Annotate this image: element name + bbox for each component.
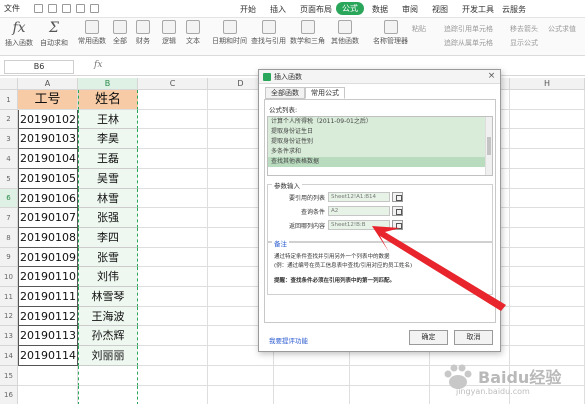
spreadsheet-window: 文件 开始 插入 页面布局 公式 数据 审阅 视图 开发工具 云服务 fx 插入… — [0, 0, 585, 404]
red-arrow-icon — [372, 226, 506, 311]
annotation-arrow-overlay — [372, 226, 506, 311]
watermark-brand: Baidu经验 — [478, 368, 562, 387]
watermark-url: jingyan.baidu.com — [456, 387, 530, 396]
watermark: Baidu经验 jingyan.baidu.com — [440, 362, 580, 398]
